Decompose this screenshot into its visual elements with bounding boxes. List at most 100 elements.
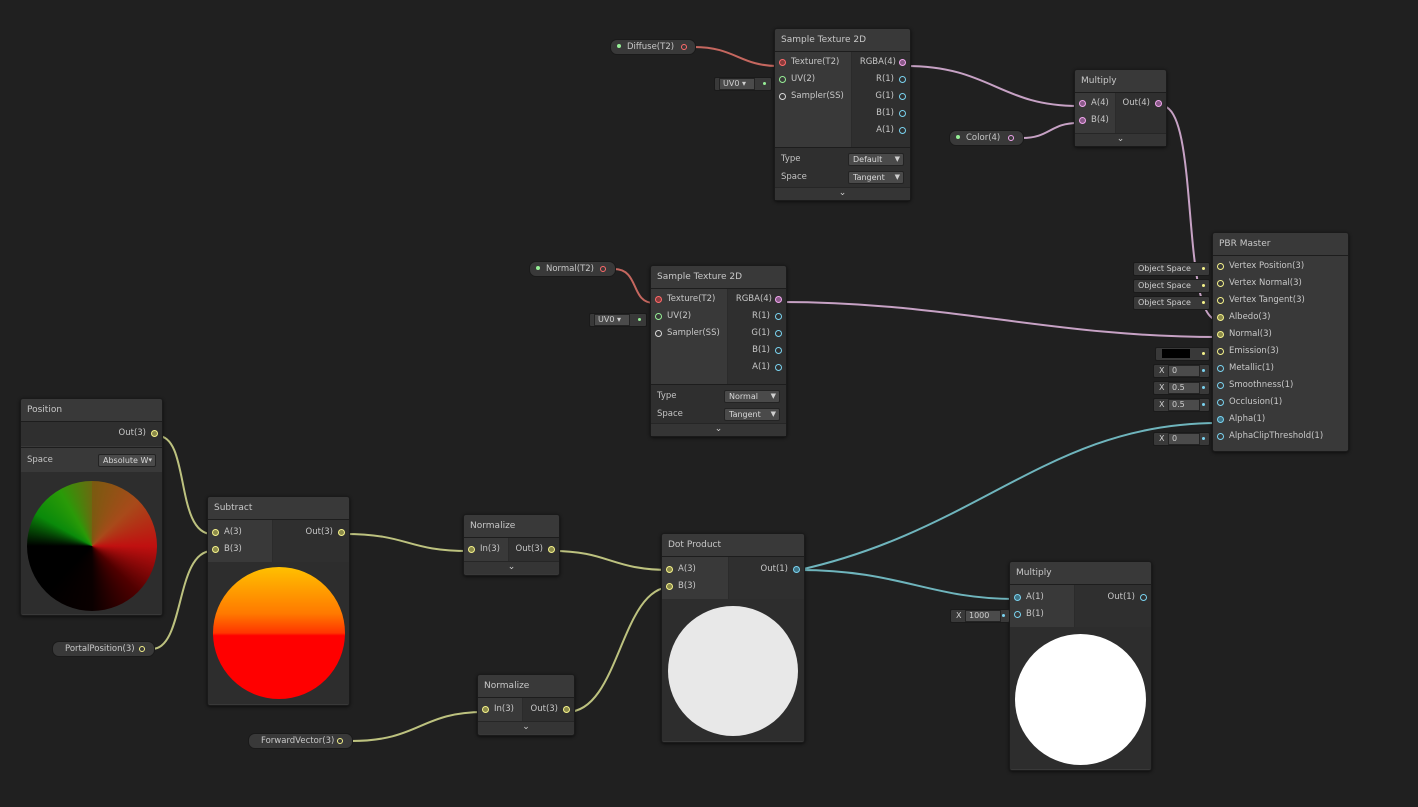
in-input-port[interactable]: In(3) [482, 701, 514, 718]
occlusion-input-port[interactable]: Occlusion(1) [1217, 394, 1282, 411]
b-input-port[interactable]: B(1) [1014, 606, 1044, 623]
uv-dropdown[interactable]: UV0 ▾ [719, 78, 755, 90]
vector3-port-icon [563, 706, 570, 713]
vector4-port-icon[interactable] [1008, 135, 1014, 141]
r-output-port[interactable]: R(1) [876, 71, 906, 88]
texture-port-icon[interactable] [600, 266, 606, 272]
b-input-port[interactable]: B(4) [1079, 112, 1109, 129]
out-output-port[interactable]: Out(3) [531, 701, 570, 718]
alpha-clip-threshold-input-port[interactable]: AlphaClipThreshold(1) [1217, 428, 1323, 445]
alpha-clip-value-field[interactable]: X 0 [1153, 432, 1210, 446]
uv-input-mid[interactable]: UV0 ▾ [589, 313, 647, 327]
a-output-port[interactable]: A(1) [752, 359, 782, 376]
texture-input-port[interactable]: Texture(T2) [655, 291, 715, 308]
g-output-port[interactable]: G(1) [751, 325, 782, 342]
collapse-chevron-icon[interactable]: ⌄ [478, 721, 574, 734]
a-input-port[interactable]: A(3) [666, 561, 696, 578]
sample-texture-2d-node-normal[interactable]: Sample Texture 2D Texture(T2) UV(2) Samp… [650, 265, 787, 437]
metallic-value-field[interactable]: X 0 [1153, 364, 1210, 378]
multiply-b-input[interactable]: 1000 [965, 610, 1001, 622]
normalize-node-top[interactable]: Normalize In(3) Out(3) ⌄ [463, 514, 560, 576]
smoothness-input[interactable]: 0.5 [1168, 382, 1200, 394]
node-title: Multiply [1010, 562, 1151, 585]
out-output-port[interactable]: Out(1) [1108, 589, 1147, 606]
in-input-port[interactable]: In(3) [468, 541, 500, 558]
collapse-chevron-icon[interactable]: ⌄ [1075, 133, 1166, 146]
texture-input-port[interactable]: Texture(T2) [779, 54, 839, 71]
uv-input-port[interactable]: UV(2) [779, 71, 815, 88]
out-output-port[interactable]: Out(3) [306, 524, 345, 541]
subtract-node[interactable]: Subtract A(3) B(3) Out(3) [207, 496, 350, 706]
emission-color-swatch[interactable] [1162, 349, 1190, 358]
occlusion-value-field[interactable]: X 0.5 [1153, 398, 1210, 412]
vertex-position-input-port[interactable]: Vertex Position(3) [1217, 258, 1304, 275]
smoothness-value-field[interactable]: X 0.5 [1153, 381, 1210, 395]
uv-input-port[interactable]: UV(2) [655, 308, 691, 325]
forward-vector-property-node[interactable]: ForwardVector(3) [248, 733, 353, 749]
vertex-normal-input-port[interactable]: Vertex Normal(3) [1217, 275, 1302, 292]
occlusion-input[interactable]: 0.5 [1168, 399, 1200, 411]
out-output-port[interactable]: Out(3) [516, 541, 555, 558]
multiply-b-value-field[interactable]: X 1000 [950, 609, 1010, 623]
position-node[interactable]: Position Out(3) Space Absolute W ▾ [20, 398, 163, 616]
sampler-input-port[interactable]: Sampler(SS) [779, 88, 844, 105]
smoothness-input-port[interactable]: Smoothness(1) [1217, 377, 1293, 394]
normalize-node-bottom[interactable]: Normalize In(3) Out(3) ⌄ [477, 674, 575, 736]
albedo-input-port[interactable]: Albedo(3) [1217, 309, 1270, 326]
multiply-node-top[interactable]: Multiply A(4) B(4) Out(4) ⌄ [1074, 69, 1167, 147]
multiply-node-bottom[interactable]: Multiply A(1) B(1) Out(1) [1009, 561, 1152, 771]
a-input-port[interactable]: A(3) [212, 524, 242, 541]
b-input-port[interactable]: B(3) [666, 578, 696, 595]
collapse-chevron-icon[interactable]: ⌄ [464, 561, 559, 574]
g-output-port[interactable]: G(1) [875, 88, 906, 105]
color-property-node[interactable]: Color(4) [949, 130, 1024, 146]
vector3-port-icon[interactable] [337, 738, 343, 744]
sampler-input-port[interactable]: Sampler(SS) [655, 325, 720, 342]
rgba-output-port[interactable]: RGBA(4) [860, 54, 906, 71]
space-dropdown[interactable]: Absolute W ▾ [98, 454, 156, 467]
dot-product-node[interactable]: Dot Product A(3) B(3) Out(1) [661, 533, 805, 743]
out-output-port[interactable]: Out(3) [119, 425, 158, 442]
vertex-position-space-field[interactable]: Object Space [1133, 262, 1210, 276]
uv-input-top[interactable]: UV0 ▾ [714, 77, 772, 91]
space-dropdown[interactable]: Tangent ▼ [724, 408, 780, 421]
type-dropdown[interactable]: Normal ▼ [724, 390, 780, 403]
normal-property-node[interactable]: Normal(T2) [529, 261, 616, 277]
space-dropdown[interactable]: Tangent ▼ [848, 171, 904, 184]
vector4-port-icon [1079, 117, 1086, 124]
b-output-port[interactable]: B(1) [876, 105, 906, 122]
emission-input-port[interactable]: Emission(3) [1217, 343, 1279, 360]
collapse-chevron-icon[interactable]: ⌄ [775, 187, 910, 200]
forward-vector-label: ForwardVector(3) [261, 736, 335, 746]
alpha-clip-input[interactable]: 0 [1168, 433, 1200, 445]
sample-texture-2d-node-top[interactable]: Sample Texture 2D Texture(T2) UV(2) Samp… [774, 28, 911, 201]
b-input-port[interactable]: B(3) [212, 541, 242, 558]
diffuse-property-node[interactable]: Diffuse(T2) [610, 39, 696, 55]
alpha-input-port[interactable]: Alpha(1) [1217, 411, 1265, 428]
b-output-port[interactable]: B(1) [752, 342, 782, 359]
collapse-chevron-icon[interactable]: ⌄ [651, 423, 786, 436]
pbr-master-node[interactable]: PBR Master Vertex Position(3) Vertex Nor… [1212, 232, 1349, 452]
vector3-port-icon[interactable] [139, 646, 145, 652]
a-output-port[interactable]: A(1) [876, 122, 906, 139]
a-input-port[interactable]: A(1) [1014, 589, 1044, 606]
vertex-normal-space-field[interactable]: Object Space [1133, 279, 1210, 293]
out-output-port[interactable]: Out(1) [761, 561, 800, 578]
out-output-port[interactable]: Out(4) [1123, 95, 1162, 112]
type-dropdown[interactable]: Default ▼ [848, 153, 904, 166]
dropdown-caret-icon: ▼ [894, 173, 900, 181]
texture-port-icon[interactable] [681, 44, 687, 50]
vertex-tangent-input-port[interactable]: Vertex Tangent(3) [1217, 292, 1305, 309]
vertex-tangent-space-field[interactable]: Object Space [1133, 296, 1210, 310]
emission-color-field[interactable] [1155, 347, 1210, 361]
uv-dropdown[interactable]: UV0 ▾ [594, 314, 630, 326]
portal-position-property-node[interactable]: PortalPosition(3) [52, 641, 155, 657]
r-output-port[interactable]: R(1) [752, 308, 782, 325]
metallic-input[interactable]: 0 [1168, 365, 1200, 377]
metallic-input-port[interactable]: Metallic(1) [1217, 360, 1274, 377]
rgba-output-port[interactable]: RGBA(4) [736, 291, 782, 308]
normal-input-port[interactable]: Normal(3) [1217, 326, 1272, 343]
position-preview-sphere [27, 481, 157, 611]
property-dot-icon [617, 44, 621, 48]
a-input-port[interactable]: A(4) [1079, 95, 1109, 112]
